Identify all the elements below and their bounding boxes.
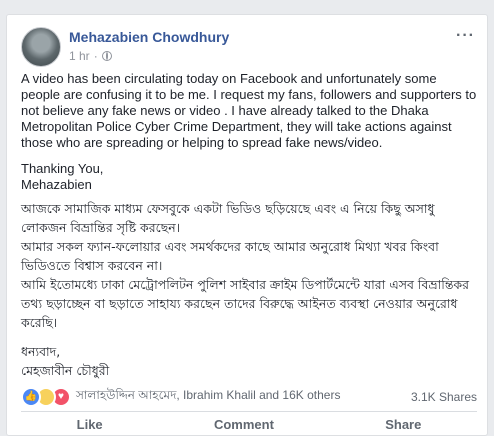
post-paragraph: A video has been circulating today on Fa… bbox=[21, 71, 477, 150]
like-reaction-icon[interactable]: 👍 bbox=[21, 387, 41, 407]
author-avatar[interactable] bbox=[21, 27, 61, 67]
share-button[interactable]: Share bbox=[385, 417, 421, 432]
bangla-paragraph: আমার সকল ফ্যান-ফলোয়ার এবং সমর্থকদের কাছ… bbox=[21, 239, 439, 273]
post-timestamp[interactable]: 1 hr bbox=[69, 49, 90, 63]
reactors-text[interactable]: সালাহউদ্দিন আহমেদ, Ibrahim Khalil and 16… bbox=[76, 387, 340, 407]
bangla-paragraph: আমি ইতোমধ্যে ঢাকা মেট্রোপলিটন পুলিশ সাইব… bbox=[21, 277, 470, 330]
post-paragraph: Mehazabien bbox=[21, 177, 92, 192]
bangla-text: আজকে সামাজিক মাধ্যম ফেসবুকে একটা ভিডিও ছ… bbox=[21, 199, 477, 380]
bangla-paragraph: ধন্যবাদ, bbox=[21, 344, 61, 359]
post-paragraph: Thanking You, bbox=[21, 161, 104, 176]
bangla-paragraph: মেহজাবীন চৌধুরী bbox=[21, 363, 110, 378]
action-bar: Like Comment Share bbox=[21, 411, 477, 436]
reactions-bar: 👍 ♥ সালাহউদ্দিন আহমেদ, Ibrahim Khalil an… bbox=[21, 387, 477, 407]
post-meta: 1 hr · bbox=[69, 49, 112, 63]
shares-count[interactable]: 3.1K Shares bbox=[411, 390, 477, 404]
like-button[interactable]: Like bbox=[77, 417, 103, 432]
more-options-icon[interactable]: ··· bbox=[456, 27, 475, 45]
comment-button[interactable]: Comment bbox=[214, 417, 274, 432]
author-name[interactable]: Mehazabien Chowdhury bbox=[69, 29, 229, 45]
post-card: Mehazabien Chowdhury 1 hr · ··· A video … bbox=[6, 14, 488, 436]
globe-icon bbox=[101, 51, 112, 61]
post-body: A video has been circulating today on Fa… bbox=[21, 71, 477, 380]
bangla-paragraph: আজকে সামাজিক মাধ্যম ফেসবুকে একটা ভিডিও ছ… bbox=[21, 201, 435, 235]
